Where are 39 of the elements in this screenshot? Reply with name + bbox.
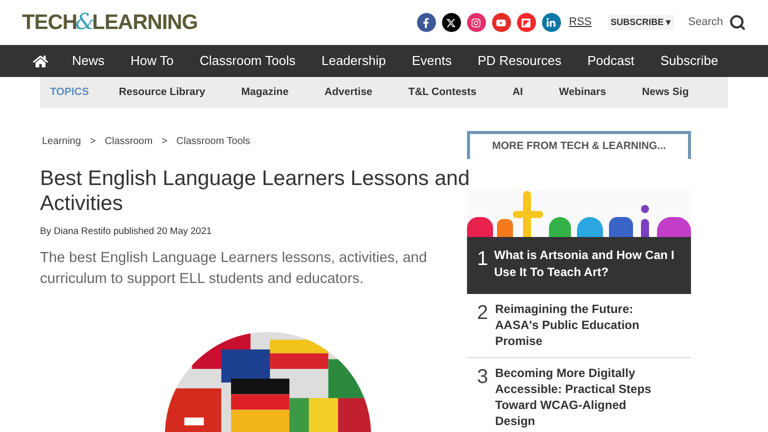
article-link[interactable]: 3 Becoming More Digitally Accessible: Practical Steps Toward WCAG-Aligned Design: [467, 358, 691, 432]
nav-link[interactable]: Events: [412, 51, 452, 71]
article-title: Best English Language Learners Lessons and Activities: [40, 166, 471, 216]
topic-link[interactable]: Advertise: [324, 84, 372, 100]
nav-link[interactable]: Leadership: [322, 51, 386, 71]
nav-link[interactable]: How To: [130, 51, 174, 71]
facebook-icon[interactable]: [416, 13, 436, 32]
linkedin-icon[interactable]: [542, 13, 561, 32]
home-icon[interactable]: [33, 54, 48, 68]
topic-link[interactable]: Webinars: [558, 84, 606, 100]
nav-link[interactable]: News: [72, 51, 105, 71]
subscribe-dropdown[interactable]: SUBSCRIBE ▾: [608, 14, 674, 30]
breadcrumb-separator: >: [90, 135, 96, 149]
nav-link[interactable]: Podcast: [587, 51, 634, 71]
topic-link[interactable]: Magazine: [241, 84, 289, 100]
breadcrumb-link[interactable]: Learning: [42, 134, 81, 149]
search-label[interactable]: Search: [688, 14, 723, 31]
article-byline: By Diana Restifo published 20 May 2021: [40, 225, 213, 239]
topics-label: TOPICS: [50, 84, 89, 100]
breadcrumb-link[interactable]: Classroom: [104, 134, 153, 149]
nav-link[interactable]: Classroom Tools: [200, 51, 296, 71]
featured-article-card[interactable]: 1 What is Artsonia and How Can I Use It To Teach Art?: [467, 237, 691, 294]
instagram-icon[interactable]: [466, 13, 486, 32]
topic-link[interactable]: Resource Library: [118, 84, 206, 100]
breadcrumb-separator: >: [162, 135, 168, 149]
youtube-icon[interactable]: [492, 13, 511, 32]
x-icon[interactable]: [442, 13, 461, 32]
rss-link[interactable]: RSS: [568, 14, 592, 31]
article-summary: The best English Language Learners lessons, activities, and curriculum to support ELL students and educators.: [40, 249, 428, 290]
flipboard-icon[interactable]: [516, 13, 536, 32]
nav-link[interactable]: Subscribe: [660, 51, 718, 71]
topic-link[interactable]: News Sig: [642, 84, 689, 100]
topic-link[interactable]: AI: [512, 84, 523, 100]
site-logo[interactable]: TECH&LEARNING: [22, 6, 198, 39]
breadcrumb-link[interactable]: Classroom Tools: [176, 134, 250, 149]
topic-link[interactable]: T&L Contests: [408, 84, 476, 100]
sidebar-heading: MORE FROM TECH & LEARNING...: [467, 131, 691, 159]
nav-link[interactable]: PD Resources: [478, 51, 562, 71]
search-icon[interactable]: [729, 14, 746, 31]
